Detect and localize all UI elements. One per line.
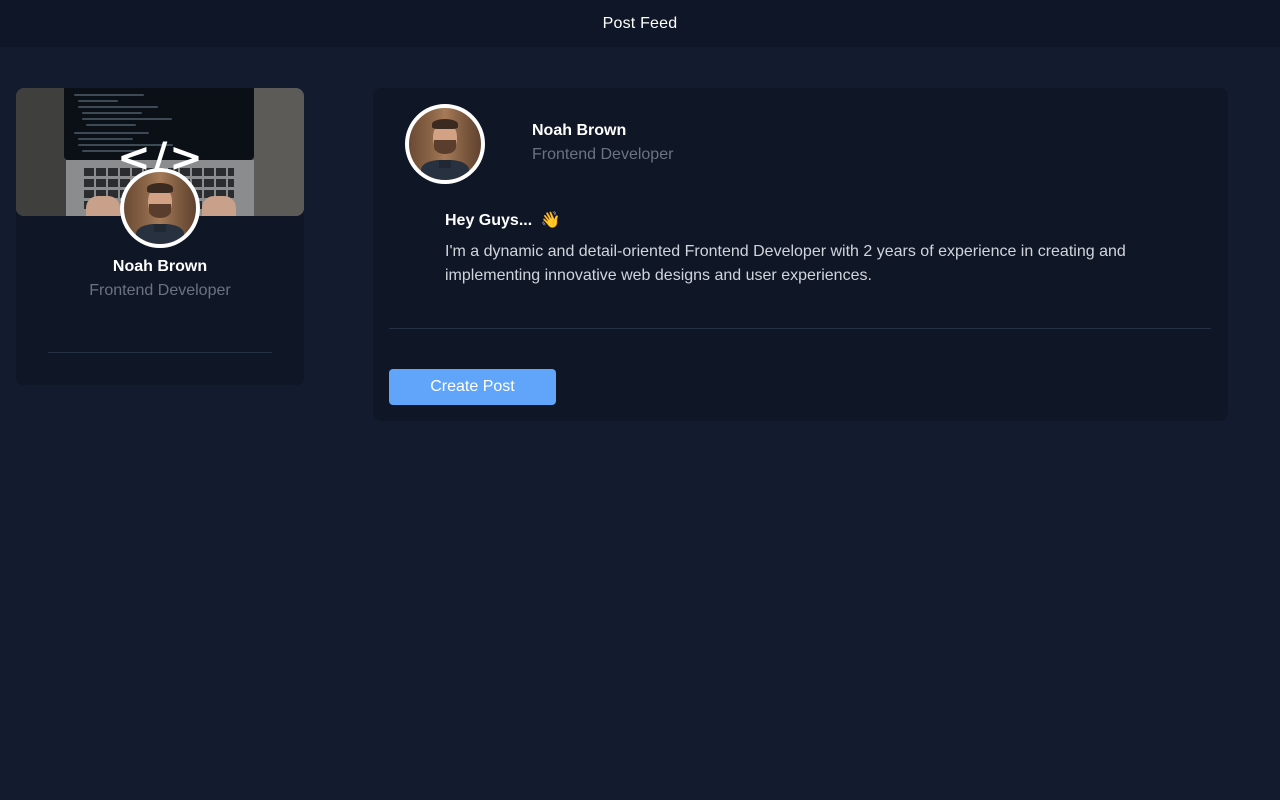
profile-divider [48,352,272,353]
post-heading-text: Hey Guys... [445,212,533,229]
post-author-avatar[interactable] [405,104,485,184]
post-card: Noah Brown Frontend Developer Hey Guys..… [373,88,1228,421]
top-bar: Post Feed [0,0,1280,47]
profile-card: </> Noah Brown Frontend Developer [16,88,304,385]
page-title: Post Feed [602,14,678,32]
profile-role: Frontend Developer [89,282,231,299]
create-post-button[interactable]: Create Post [389,369,556,405]
post-divider [389,328,1211,329]
profile-name: Noah Brown [112,258,208,275]
post-author-name[interactable]: Noah Brown [532,122,626,140]
waving-hand-icon: 👋 [540,212,561,229]
post-heading: Hey Guys... 👋 [445,210,561,230]
avatar [120,168,200,248]
post-body: I'm a dynamic and detail-oriented Fronte… [445,243,1126,284]
post-author-role: Frontend Developer [532,146,674,163]
